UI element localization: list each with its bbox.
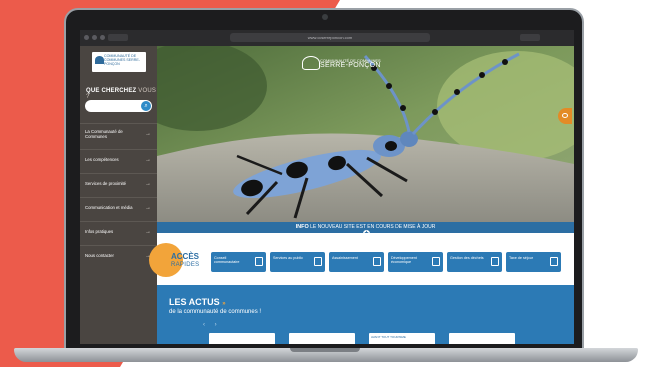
marketing-stage: www.ccserreponcon.com COMMUNAUTÉ DE COMM… <box>0 0 648 367</box>
tile-services[interactable]: Services au public <box>270 252 325 272</box>
sidebar-item-label: Services de proximité <box>85 181 127 186</box>
tile-label: Développement économique <box>391 256 417 264</box>
arrow-right-icon: → <box>145 205 151 211</box>
arrow-right-icon: → <box>145 157 151 163</box>
tile-label: Conseil communautaire <box>214 256 240 264</box>
quick-access-section: ACCÈS RAPIDES Conseil communautaire Serv… <box>149 233 574 285</box>
tile-label: Assainissement <box>332 256 358 260</box>
sidebar-item-label: Communication et média <box>85 205 133 210</box>
eye-icon <box>562 113 568 118</box>
info-bar-label: INFO <box>295 224 309 230</box>
info-bar-text: LE NOUVEAU SITE EST EN COURS DE MISE À J… <box>310 224 436 230</box>
sidebar-item-infos[interactable]: Infos pratiques → <box>80 221 157 245</box>
laptop-notch <box>290 348 360 352</box>
hero-logo[interactable]: COMMUNAUTÉ DE COMMUNES SERRE-PONÇON <box>320 58 381 69</box>
sidebar-item-label: Infos pratiques <box>85 229 114 234</box>
news-card[interactable]: AVANT TOUT TOURISME <box>369 333 435 344</box>
news-card[interactable] <box>289 333 355 344</box>
browser-tab[interactable] <box>108 34 128 41</box>
laptop-screen: www.ccserreponcon.com COMMUNAUTÉ DE COMM… <box>80 30 574 344</box>
bus-icon <box>314 257 322 266</box>
search-icon[interactable]: ⌕ <box>141 101 151 111</box>
sidebar-menu: La Communauté de Communes → Les compéten… <box>80 123 157 269</box>
arrow-right-icon: → <box>145 131 151 137</box>
tile-assainissement[interactable]: Assainissement <box>329 252 384 272</box>
tile-taxe[interactable]: Taxe de séjour <box>506 252 561 272</box>
maximize-dot-icon[interactable] <box>100 35 105 40</box>
sidebar-item-label: Les compétences <box>85 157 119 162</box>
water-icon <box>373 257 381 266</box>
news-section: LES ACTUS » de la communauté de communes… <box>157 285 574 344</box>
tile-developpement[interactable]: Développement économique <box>388 252 443 272</box>
quick-access-subtitle: RAPIDES <box>171 262 200 268</box>
browser-tab-right[interactable] <box>520 34 540 41</box>
tile-label: Services au public <box>273 256 303 260</box>
beetle-photo <box>157 46 574 222</box>
news-cards: AVANT TOUT TOURISME <box>209 333 515 344</box>
sidebar-item-communication[interactable]: Communication et média → <box>80 197 157 221</box>
quick-access-title: ACCÈS <box>171 252 200 261</box>
search-title: QUE CHERCHEZ VOUS ? <box>86 88 157 100</box>
sidebar-item-services[interactable]: Services de proximité → <box>80 173 157 197</box>
news-title: LES ACTUS » <box>169 297 226 307</box>
sidebar-item-contact[interactable]: Nous contacter → <box>80 245 157 269</box>
site-logo-text: COMMUNAUTÉ DE COMMUNES SERRE-PONÇON <box>104 54 140 66</box>
sidebar-item-communaute[interactable]: La Communauté de Communes → <box>80 123 157 149</box>
tile-label: Taxe de séjour <box>509 256 533 260</box>
news-title-suffix: » <box>222 301 226 307</box>
browser-chrome: www.ccserreponcon.com <box>80 30 574 46</box>
mountain-logo-icon <box>95 56 104 64</box>
building-icon <box>432 257 440 266</box>
sidebar-item-competences[interactable]: Les compétences → <box>80 149 157 173</box>
mountain-logo-icon <box>302 56 320 70</box>
meeting-icon <box>255 257 263 266</box>
camera-icon <box>322 14 328 20</box>
arrow-right-icon: → <box>145 181 151 187</box>
arrow-right-icon: → <box>145 229 151 235</box>
minimize-dot-icon[interactable] <box>92 35 97 40</box>
news-subtitle: de la communauté de communes ! <box>169 309 262 315</box>
close-dot-icon[interactable] <box>84 35 89 40</box>
hero-image: COMMUNAUTÉ DE COMMUNES SERRE-PONÇON <box>157 46 574 222</box>
address-bar[interactable]: www.ccserreponcon.com <box>230 33 430 42</box>
tile-label: Gestion des déchets <box>450 256 484 260</box>
quick-access-tiles: Conseil communautaire Services au public… <box>211 252 561 272</box>
news-card[interactable] <box>209 333 275 344</box>
tile-conseil[interactable]: Conseil communautaire <box>211 252 266 272</box>
sidebar-item-label: Nous contacter <box>85 253 114 258</box>
news-card[interactable] <box>449 333 515 344</box>
sidebar: COMMUNAUTÉ DE COMMUNES SERRE-PONÇON QUE … <box>80 46 157 344</box>
tile-dechets[interactable]: Gestion des déchets <box>447 252 502 272</box>
window-controls <box>84 35 105 40</box>
sign-icon <box>550 257 558 266</box>
news-title-text: LES ACTUS <box>169 297 220 307</box>
sidebar-item-label: La Communauté de Communes <box>85 129 123 139</box>
news-carousel-nav[interactable]: ‹ › <box>203 322 221 328</box>
hero-logo-big: SERRE-PONÇON <box>320 62 381 69</box>
search-title-bold: QUE CHERCHEZ <box>86 88 137 94</box>
trash-icon <box>491 257 499 266</box>
